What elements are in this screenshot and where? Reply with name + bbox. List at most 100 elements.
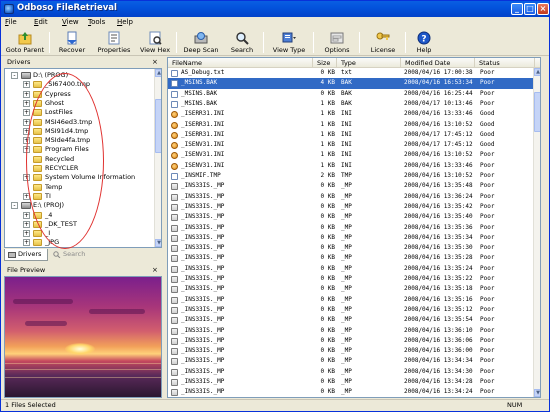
file-row[interactable]: _INS33IS._MP 0 KB _MP 2008/04/16 13:35:28 Po…	[168, 253, 534, 264]
scroll-down-arrow-icon[interactable]: ▼	[534, 389, 540, 397]
menu-help[interactable]: Help	[117, 18, 133, 26]
column-size[interactable]: Size	[313, 58, 337, 68]
file-row[interactable]: _MSINS.BAK 1 KB BAK 2008/04/17 10:13:46 Poor	[168, 99, 534, 110]
file-row[interactable]: _INS33IS._MP 0 KB _MP 2008/04/16 13:35:54 Po…	[168, 315, 534, 326]
cell-status: Good	[480, 110, 495, 118]
file-row[interactable]: _INS33IS._MP 0 KB _MP 2008/04/16 13:36:00 Po…	[168, 346, 534, 357]
title-bar[interactable]: Odboso FileRetrieval _ □ ×	[1, 1, 549, 17]
properties-icon	[108, 31, 120, 45]
file-row[interactable]: _INS33IS._MP 0 KB _MP 2008/04/16 13:35:34 Po…	[168, 233, 534, 244]
column-filename[interactable]: FileName	[168, 58, 313, 68]
file-list-scrollbar[interactable]: ▲ ▼	[533, 68, 540, 397]
file-row[interactable]: _INS33IS._MP 0 KB _MP 2008/04/16 13:36:06 Po…	[168, 336, 534, 347]
menu-tools[interactable]: Tools	[88, 18, 105, 26]
tab-search[interactable]: Search	[50, 249, 94, 261]
cell-status: Poor	[480, 316, 495, 324]
tree-scrollbar[interactable]: ▲ ▼	[154, 69, 161, 247]
collapse-icon[interactable]: -	[11, 72, 18, 79]
file-row[interactable]: _INS33IS._MP 0 KB _MP 2008/04/16 13:35:40 Po…	[168, 212, 534, 223]
cell-name: _INS33IS._MP	[181, 275, 225, 282]
options-button[interactable]: Options	[319, 30, 355, 55]
scroll-up-arrow-icon[interactable]: ▲	[534, 68, 540, 76]
column-status[interactable]: Status	[475, 58, 535, 68]
file-row[interactable]: _MSINS.BAK 4 KB BAK 2008/04/16 16:53:34 Poor	[168, 78, 534, 89]
file-row[interactable]: _ISERR31.INI 1 KB INI 2008/04/17 17:45:12 Go…	[168, 130, 534, 141]
status-selection: 1 Files Selected	[5, 401, 56, 409]
deep-scan-button[interactable]: Deep Scan	[181, 30, 221, 55]
menu-file[interactable]: File	[5, 18, 17, 26]
file-row[interactable]: _MSINS.BAK 0 KB BAK 2008/04/16 16:25:44 Poor	[168, 89, 534, 100]
properties-button[interactable]: Properties	[93, 30, 135, 55]
scroll-down-arrow-icon[interactable]: ▼	[155, 239, 161, 247]
expand-icon[interactable]: +	[23, 211, 30, 219]
mp-file-icon	[171, 255, 178, 263]
preview-panel-close-icon[interactable]: ×	[152, 266, 158, 274]
ini-file-icon	[171, 121, 178, 129]
license-button[interactable]: License	[365, 30, 401, 55]
file-row[interactable]: _ISENV31.INI 1 KB INI 2008/04/16 13:33:46 Po…	[168, 161, 534, 172]
close-button[interactable]: ×	[537, 3, 549, 15]
goto-parent-button[interactable]: Goto Parent	[3, 30, 47, 55]
file-row[interactable]: _INSMIF.TMP 2 KB TMP 2008/04/16 13:10:52 Poo…	[168, 171, 534, 182]
file-row[interactable]: _INS33IS._MP 0 KB _MP 2008/04/16 13:35:18 Po…	[168, 284, 534, 295]
file-row[interactable]: _ISENV31.INI 1 KB INI 2008/04/17 17:45:12 Go…	[168, 140, 534, 151]
file-row[interactable]: _INS33IS._MP 0 KB _MP 2008/04/16 13:34:28 Po…	[168, 377, 534, 388]
scroll-thumb[interactable]	[534, 92, 540, 132]
menu-view[interactable]: View	[62, 18, 79, 26]
file-row[interactable]: _INS33IS._MP 0 KB _MP 2008/04/16 13:35:12 Po…	[168, 305, 534, 316]
minimize-button[interactable]: _	[511, 3, 523, 15]
file-row[interactable]: _INS33IS._MP 0 KB _MP 2008/04/16 13:34:34 Po…	[168, 356, 534, 367]
expand-icon[interactable]: +	[23, 239, 30, 247]
view-hex-button[interactable]: View Hex	[137, 30, 173, 55]
cell-size: 0 KB	[320, 357, 335, 365]
file-row[interactable]: _INS33IS._MP 0 KB _MP 2008/04/16 13:35:36 Po…	[168, 223, 534, 234]
collapse-icon[interactable]: -	[11, 202, 18, 210]
cell-size: 0 KB	[320, 295, 335, 303]
toolbar-separator	[49, 32, 50, 53]
cell-size: 0 KB	[320, 326, 335, 334]
file-row[interactable]: _INS33IS._MP 0 KB _MP 2008/04/16 13:35:30 Po…	[168, 243, 534, 254]
expand-icon[interactable]: +	[23, 230, 30, 238]
document-icon	[171, 100, 178, 108]
file-row[interactable]: _INS33IS._MP 0 KB _MP 2008/04/16 13:36:10 Po…	[168, 326, 534, 337]
expand-icon[interactable]: +	[23, 99, 30, 107]
cell-size: 0 KB	[320, 213, 335, 221]
column-type[interactable]: Type	[337, 58, 401, 68]
expand-icon[interactable]: +	[23, 109, 30, 117]
expand-icon[interactable]: +	[23, 81, 30, 89]
file-row[interactable]: _ISENV31.INI 1 KB INI 2008/04/16 13:10:52 Po…	[168, 150, 534, 161]
sun	[65, 343, 95, 355]
ini-file-icon	[171, 131, 178, 139]
drivers-panel-close-icon[interactable]: ×	[152, 58, 158, 66]
file-row[interactable]: _INS33IS._MP 0 KB _MP 2008/04/16 13:35:24 Po…	[168, 264, 534, 275]
file-row[interactable]: _ISERR31.INI 1 KB INI 2008/04/16 13:33:46 Go…	[168, 109, 534, 120]
file-row[interactable]: _INS33IS._MP 0 KB _MP 2008/04/16 13:35:16 Po…	[168, 295, 534, 306]
cell-status: Good	[480, 120, 495, 128]
cell-name: _INSMIF.TMP	[181, 172, 221, 179]
file-row[interactable]: AS_Debug.txt 0 KB txt 2008/04/16 17:00:38 Po…	[168, 68, 534, 79]
view-type-button[interactable]: View Type	[269, 30, 309, 55]
expand-icon[interactable]: +	[23, 220, 30, 228]
tab-drivers[interactable]: Drivers	[4, 249, 48, 261]
file-row[interactable]: _INS33IS._MP 0 KB _MP 2008/04/16 13:35:48 Po…	[168, 181, 534, 192]
expand-icon[interactable]: +	[23, 90, 30, 98]
column-modified-date[interactable]: Modified Date	[401, 58, 475, 68]
cell-type: BAK	[341, 79, 352, 87]
help-button[interactable]: ? Help	[409, 30, 439, 55]
scroll-thumb[interactable]	[155, 99, 161, 153]
file-row[interactable]: _INS33IS._MP 0 KB _MP 2008/04/16 13:34:24 Po…	[168, 387, 534, 397]
cell-type: _MP	[341, 275, 352, 282]
recover-button[interactable]: Recover	[53, 30, 91, 55]
maximize-button[interactable]: □	[524, 3, 536, 15]
menu-edit[interactable]: Edit	[34, 18, 48, 26]
file-row[interactable]: _INS33IS._MP 0 KB _MP 2008/04/16 13:34:30 Po…	[168, 367, 534, 378]
cell-status: Poor	[480, 79, 495, 87]
scroll-up-arrow-icon[interactable]: ▲	[155, 69, 161, 77]
file-row[interactable]: _INS33IS._MP 0 KB _MP 2008/04/16 13:36:24 Po…	[168, 192, 534, 203]
search-button[interactable]: Search	[225, 30, 259, 55]
cell-date: 2008/04/16 13:35:22	[404, 275, 473, 282]
mp-file-icon	[171, 214, 178, 222]
file-row[interactable]: _ISERR31.INI 1 KB INI 2008/04/16 13:10:52 Go…	[168, 120, 534, 131]
file-row[interactable]: _INS33IS._MP 0 KB _MP 2008/04/16 13:35:42 Po…	[168, 202, 534, 213]
file-row[interactable]: _INS33IS._MP 0 KB _MP 2008/04/16 13:35:22 Po…	[168, 274, 534, 285]
